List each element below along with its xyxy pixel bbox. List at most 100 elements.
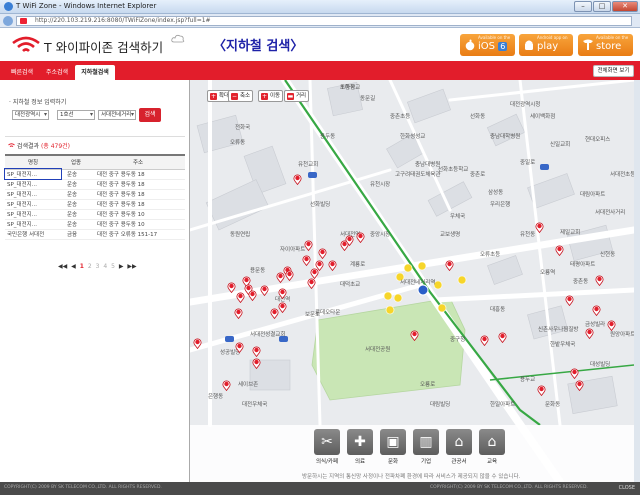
wifi-pin-icon[interactable] (595, 275, 604, 286)
wifi-pin-icon[interactable] (302, 255, 311, 266)
maximize-button[interactable]: □ (593, 1, 611, 12)
page-3[interactable]: 3 (96, 263, 100, 270)
wifi-pin-icon[interactable] (535, 222, 544, 233)
wifi-pin-icon[interactable] (227, 282, 236, 293)
wifi-pin-icon[interactable] (285, 270, 294, 281)
cell-name[interactable]: SP_대전지... (5, 179, 61, 190)
wifi-pin-icon[interactable] (248, 290, 257, 301)
map-label: 삼성동 (488, 190, 504, 196)
wifi-pin-icon[interactable] (276, 272, 285, 283)
category-1[interactable]: ✂ 의식/카페 (314, 429, 340, 465)
wifi-pin-icon[interactable] (607, 320, 616, 331)
cell-type: 운송 (61, 179, 91, 190)
map-label: 오룡로 (420, 382, 436, 388)
wifi-pin-icon[interactable] (234, 308, 243, 319)
cell-name[interactable]: SP_대전지... (5, 209, 61, 220)
pagination: ◀◀ ◀ 1 2 3 4 5 ▶ ▶▶ (58, 263, 139, 270)
cell-name[interactable]: SP_대전지... (5, 199, 61, 210)
cell-address: 대전 중구 용두동 18 (91, 179, 185, 190)
wifi-pin-icon[interactable] (445, 260, 454, 271)
table-row[interactable]: SP_대전지... 운송 대전 중구 용두동 10 (5, 219, 185, 230)
wifi-pin-icon[interactable] (356, 232, 365, 243)
wifi-pin-icon[interactable] (328, 260, 337, 271)
last-page-button[interactable]: ▶▶ (127, 263, 136, 270)
search-button[interactable]: 검색 (139, 108, 161, 122)
wifi-pin-icon[interactable] (498, 332, 507, 343)
t-store-button[interactable]: Available on the store (578, 34, 633, 56)
wifi-pin-icon[interactable] (570, 368, 579, 379)
wifi-pin-icon[interactable] (293, 174, 302, 185)
table-row[interactable]: 국민은행 서대전 금융 대전 중구 오류동 151-17 (5, 229, 185, 240)
wifi-pin-icon[interactable] (278, 302, 287, 313)
footer-close-button[interactable]: CLOSE (619, 485, 635, 491)
category-6[interactable]: ⌂ 교육 (479, 429, 505, 465)
line-select[interactable]: 1호선 (57, 110, 95, 120)
close-button[interactable]: ✕ (612, 1, 638, 12)
pan-button[interactable]: + 이동 (258, 90, 284, 102)
back-icon[interactable] (3, 16, 13, 26)
wifi-pin-icon[interactable] (252, 346, 261, 357)
distance-button[interactable]: ▬ 거리 (284, 90, 310, 102)
cell-name[interactable]: SP_대전지... (5, 189, 61, 200)
table-row[interactable]: SP_대전지... 운송 대전 중구 용두동 18 (5, 199, 185, 210)
wifi-pin-icon[interactable] (318, 248, 327, 259)
wifi-pin-icon[interactable] (555, 245, 564, 256)
table-row[interactable]: SP_대전지... 운송 대전 중구 용두동 18 (5, 189, 185, 200)
cell-name[interactable]: SP_대전지... (5, 219, 61, 230)
wifi-pin-icon[interactable] (585, 328, 594, 339)
category-2[interactable]: ✚ 의료 (347, 429, 373, 465)
map-label: 대성빌딩 (590, 362, 611, 368)
wifi-pin-icon[interactable] (278, 288, 287, 299)
page-5[interactable]: 5 (111, 263, 115, 270)
wifi-pin-icon[interactable] (235, 342, 244, 353)
wifi-pin-icon[interactable] (236, 292, 245, 303)
page-4[interactable]: 4 (103, 263, 107, 270)
wifi-pin-icon[interactable] (575, 380, 584, 391)
prev-page-button[interactable]: ◀ (71, 263, 76, 270)
wifi-pin-icon[interactable] (193, 338, 202, 349)
map-label: 우리은행 (490, 202, 511, 208)
col-header-type: 업종 (61, 154, 91, 170)
tab-quick-search[interactable]: 빠른검색 (4, 65, 40, 80)
tab-subway-search[interactable]: 지하철검색 (75, 65, 115, 80)
url-field[interactable]: http://220.103.219.216:8080/TWiFiZone/in… (16, 16, 632, 26)
category-label: 문화 (387, 459, 399, 465)
wifi-pin-icon[interactable] (410, 330, 419, 341)
cell-name[interactable]: SP_대전지... (4, 168, 62, 180)
cell-address: 대전 중구 용두동 10 (91, 219, 185, 230)
map-label: 중촌로 (470, 172, 486, 178)
table-row[interactable]: SP_대전지... 운송 대전 중구 용두동 10 (5, 209, 185, 220)
next-page-button[interactable]: ▶ (119, 263, 124, 270)
wifi-pin-icon[interactable] (222, 380, 231, 391)
category-4[interactable]: ▥ 기업 (413, 429, 439, 465)
table-row[interactable]: SP_대전지... 운송 대전 중구 용두동 18 (5, 179, 185, 190)
first-page-button[interactable]: ◀◀ (58, 263, 67, 270)
wifi-pin-icon[interactable] (260, 285, 269, 296)
page-1[interactable]: 1 (80, 263, 84, 270)
region-select[interactable]: 대전광역시 (12, 110, 49, 120)
category-5[interactable]: ⌂ 관공서 (446, 429, 472, 465)
zoom-out-label: 축소 (240, 93, 251, 99)
cell-name[interactable]: 국민은행 서대전 (5, 229, 61, 240)
google-play-button[interactable]: Android app on play (519, 34, 573, 56)
app-store-button[interactable]: Available on the iOS 6 (460, 34, 515, 56)
page-2[interactable]: 2 (88, 263, 92, 270)
station-select[interactable]: 서대전네거리 (98, 110, 136, 120)
table-row[interactable]: SP_대전지... 운송 대전 중구 용두동 18 (4, 168, 185, 180)
wifi-pin-icon[interactable] (345, 235, 354, 246)
wifi-pin-icon[interactable] (480, 335, 489, 346)
category-3[interactable]: ▣ 문화 (380, 429, 406, 465)
wifi-pin-icon[interactable] (252, 358, 261, 369)
store-sub-label: Available on the (478, 35, 511, 40)
zoom-out-button[interactable]: − 축소 (228, 90, 254, 102)
fullscreen-map-button[interactable]: 전체화면 보기 (593, 65, 634, 77)
wifi-pin-icon[interactable] (537, 385, 546, 396)
tab-address-search[interactable]: 주소검색 (40, 65, 74, 80)
wifi-pin-icon[interactable] (307, 278, 316, 289)
minimize-button[interactable]: – (574, 1, 592, 12)
map-label: 오류초등 (480, 252, 501, 258)
wifi-pin-icon[interactable] (565, 295, 574, 306)
map-view[interactable]: + 확대 − 축소 + 이동 ▬ 거리 초등학교 동문길 중촌초등 용두동 오류동 유천교회 충남대… (190, 80, 634, 482)
wifi-pin-icon[interactable] (304, 240, 313, 251)
wifi-pin-icon[interactable] (592, 305, 601, 316)
